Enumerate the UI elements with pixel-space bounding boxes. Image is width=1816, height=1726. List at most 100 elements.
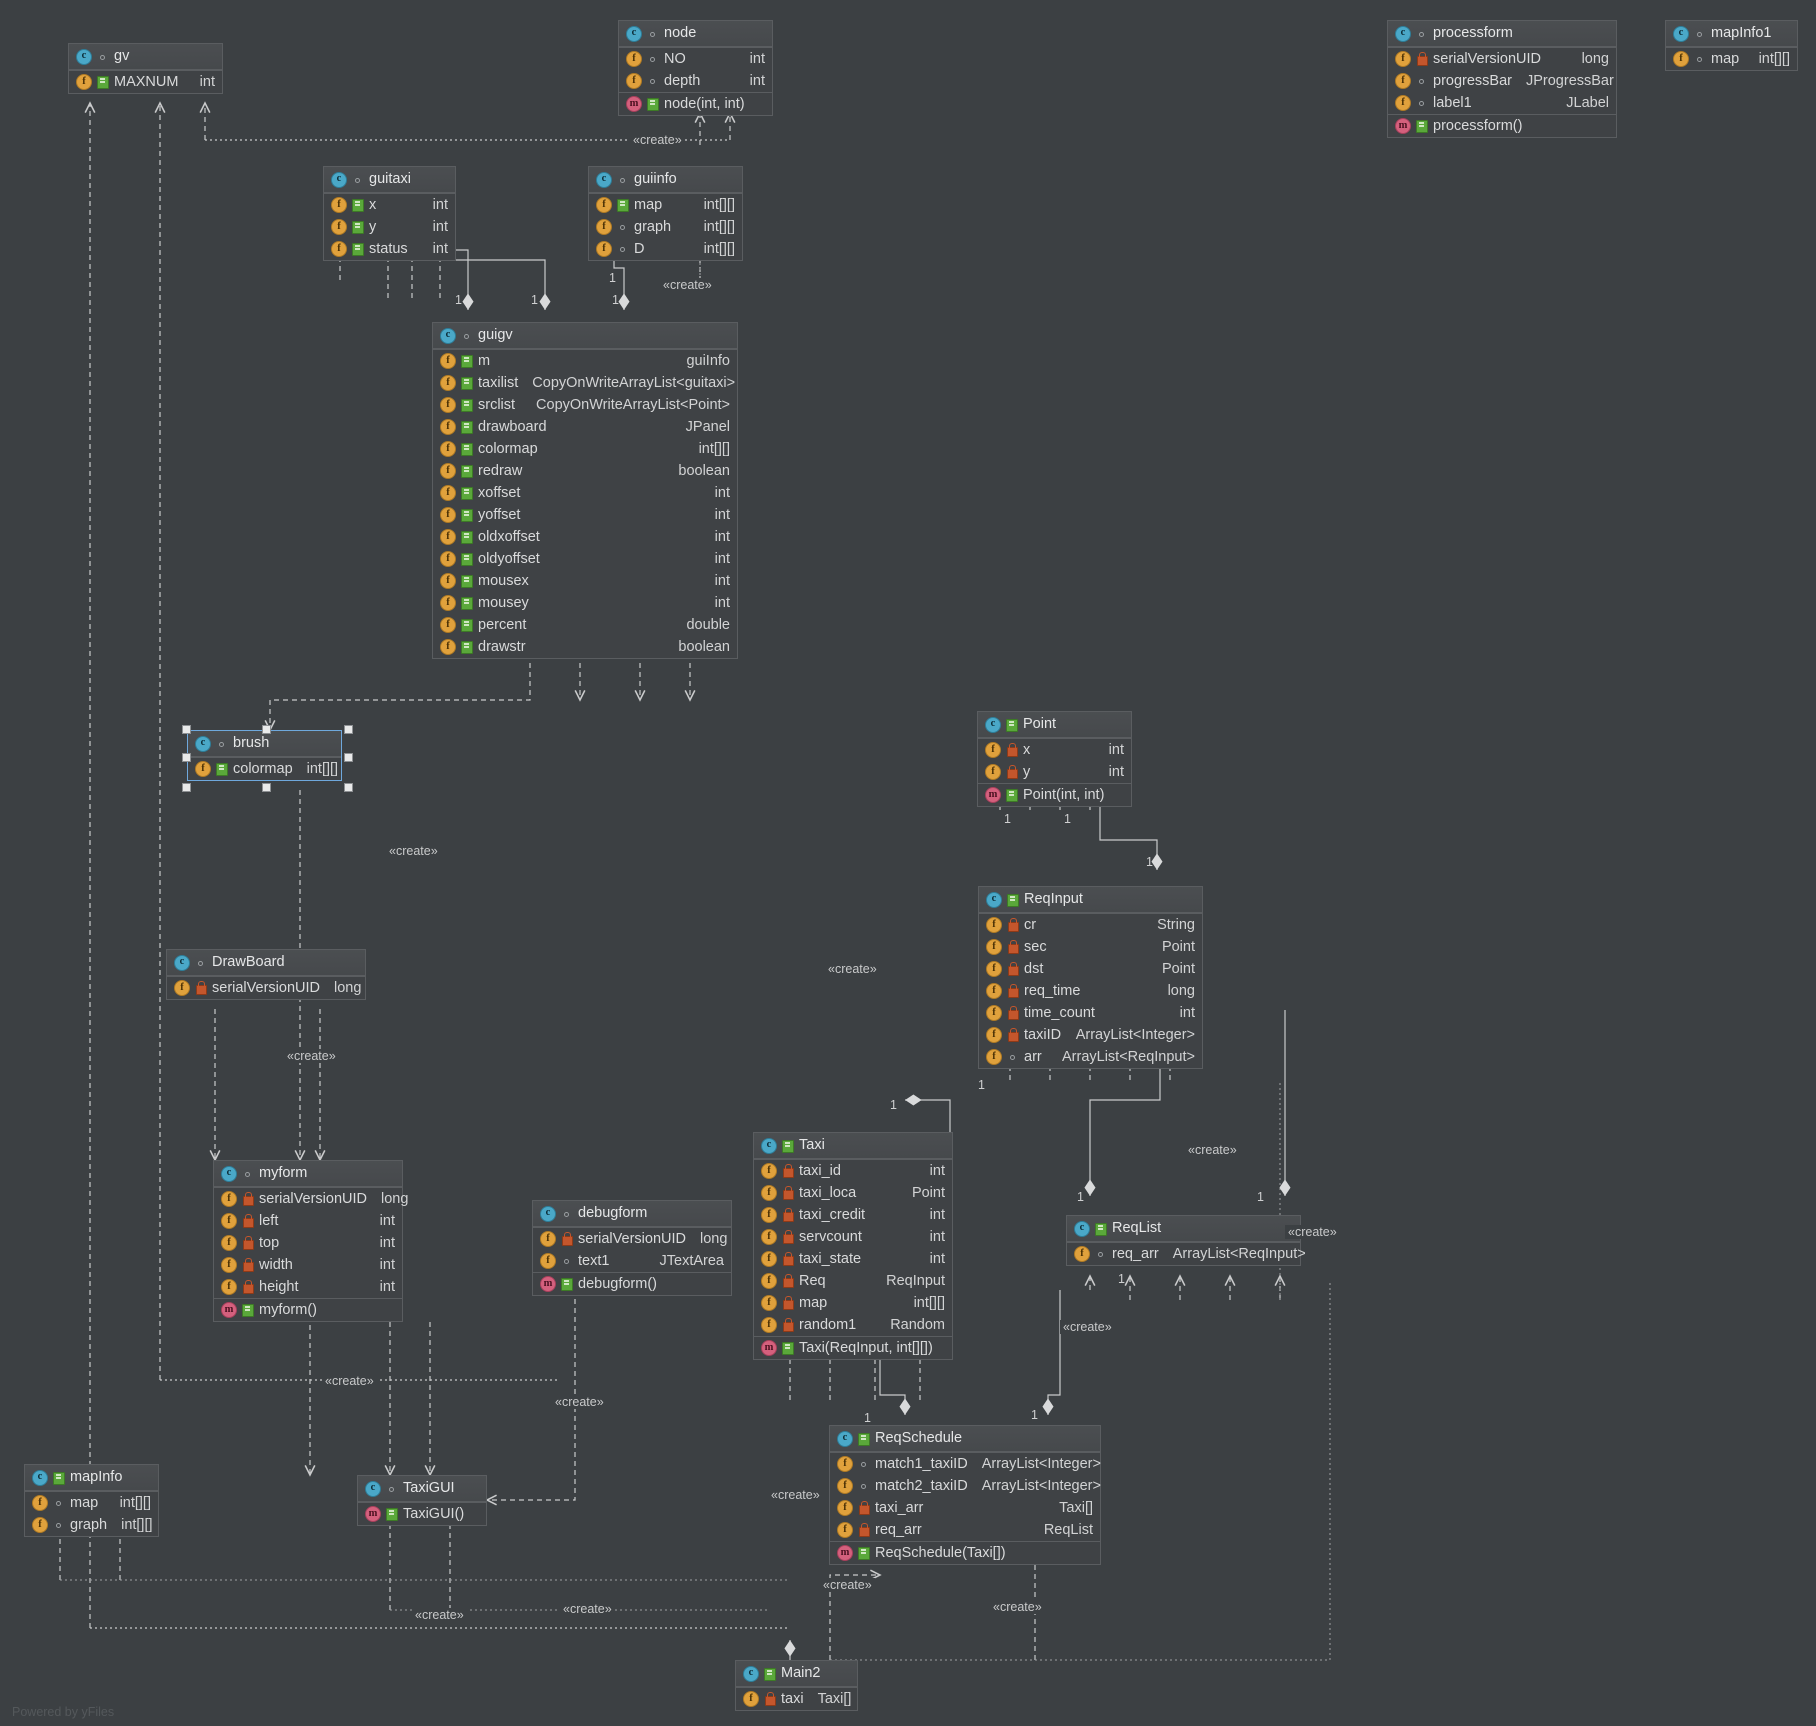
class-node-header[interactable]: c brush bbox=[188, 731, 341, 757]
field-row[interactable]: f progressBar JProgressBar bbox=[1388, 70, 1616, 92]
resize-handle[interactable] bbox=[344, 752, 353, 762]
method-row[interactable]: m debugform() bbox=[533, 1273, 731, 1295]
class-node-mapInfo1[interactable]: c mapInfo1 f map int[][] bbox=[1665, 20, 1798, 71]
field-row[interactable]: f srclist CopyOnWriteArrayList<Point> bbox=[433, 394, 737, 416]
field-row[interactable]: f map int[][] bbox=[754, 1292, 952, 1314]
class-node-gv[interactable]: c gv f MAXNUM int bbox=[68, 43, 223, 94]
class-node-Taxi[interactable]: c Taxi f taxi_id int f taxi_loca Point f taxi_cre… bbox=[753, 1132, 953, 1360]
class-node-mapInfo[interactable]: c mapInfo f map int[][] f graph int[][] bbox=[24, 1464, 159, 1537]
field-row[interactable]: f text1 JTextArea bbox=[533, 1250, 731, 1272]
field-row[interactable]: f colormap int[][] bbox=[188, 758, 341, 780]
resize-handle[interactable] bbox=[182, 783, 191, 792]
field-row[interactable]: f time_count int bbox=[979, 1002, 1202, 1024]
class-node-ReqInput[interactable]: c ReqInput f cr String f sec Point f dst Point f req… bbox=[978, 886, 1203, 1069]
class-node-brush[interactable]: c brush f colormap int[][] bbox=[182, 725, 353, 792]
field-row[interactable]: f depth int bbox=[619, 70, 772, 92]
class-node-header[interactable]: c Main2 bbox=[736, 1661, 857, 1687]
method-row[interactable]: m Point(int, int) bbox=[978, 784, 1131, 806]
field-row[interactable]: f taxilist CopyOnWriteArrayList<guitaxi> bbox=[433, 372, 737, 394]
field-row[interactable]: f x int bbox=[978, 739, 1131, 761]
field-row[interactable]: f y int bbox=[978, 761, 1131, 783]
field-row[interactable]: f mousey int bbox=[433, 592, 737, 614]
field-row[interactable]: f MAXNUM int bbox=[69, 71, 222, 93]
class-node-guitaxi[interactable]: c guitaxi f x int f y int f status int bbox=[323, 166, 456, 261]
field-row[interactable]: f redraw boolean bbox=[433, 460, 737, 482]
field-row[interactable]: f taxi Taxi[] bbox=[736, 1688, 857, 1710]
field-row[interactable]: f taxi_id int bbox=[754, 1160, 952, 1182]
class-node-Main2[interactable]: c Main2 f taxi Taxi[] bbox=[735, 1660, 858, 1711]
field-row[interactable]: f left int bbox=[214, 1210, 402, 1232]
class-node-header[interactable]: c guitaxi bbox=[324, 167, 455, 193]
field-row[interactable]: f graph int[][] bbox=[25, 1514, 158, 1536]
field-row[interactable]: f percent double bbox=[433, 614, 737, 636]
class-node-header[interactable]: c myform bbox=[214, 1161, 402, 1187]
class-node-header[interactable]: c gv bbox=[69, 44, 222, 70]
field-row[interactable]: f drawboard JPanel bbox=[433, 416, 737, 438]
field-row[interactable]: f serialVersionUID long bbox=[167, 977, 365, 999]
field-row[interactable]: f xoffset int bbox=[433, 482, 737, 504]
field-row[interactable]: f arr ArrayList<ReqInput> bbox=[979, 1046, 1202, 1068]
field-row[interactable]: f mousex int bbox=[433, 570, 737, 592]
class-node-header[interactable]: c Taxi bbox=[754, 1133, 952, 1159]
field-row[interactable]: f graph int[][] bbox=[589, 216, 742, 238]
diagram-canvas[interactable]: Powered by yFiles c gv f MAXNUM int c node f NO i… bbox=[0, 0, 1816, 1726]
class-node-header[interactable]: c node bbox=[619, 21, 772, 47]
class-node-header[interactable]: c mapInfo1 bbox=[1666, 21, 1797, 47]
class-node-header[interactable]: c debugform bbox=[533, 1201, 731, 1227]
class-node-header[interactable]: c guiinfo bbox=[589, 167, 742, 193]
field-row[interactable]: f yoffset int bbox=[433, 504, 737, 526]
field-row[interactable]: f map int[][] bbox=[1666, 48, 1797, 70]
class-node-header[interactable]: c processform bbox=[1388, 21, 1616, 47]
field-row[interactable]: f taxi_credit int bbox=[754, 1204, 952, 1226]
field-row[interactable]: f oldyoffset int bbox=[433, 548, 737, 570]
class-node-guiinfo[interactable]: c guiinfo f map int[][] f graph int[][] f Dint[][… bbox=[588, 166, 743, 261]
field-row[interactable]: f oldxoffset int bbox=[433, 526, 737, 548]
class-node-header[interactable]: c ReqList bbox=[1067, 1216, 1300, 1242]
field-row[interactable]: f req_arr ArrayList<ReqInput> bbox=[1067, 1243, 1306, 1265]
class-node-header[interactable]: c TaxiGUI bbox=[358, 1476, 486, 1502]
class-node-header[interactable]: c ReqSchedule bbox=[830, 1426, 1100, 1452]
field-row[interactable]: f taxi_state int bbox=[754, 1248, 952, 1270]
class-node-header[interactable]: c mapInfo bbox=[25, 1465, 158, 1491]
class-node-processform[interactable]: c processform f serialVersionUID long f progre… bbox=[1387, 20, 1617, 138]
field-row[interactable]: f top int bbox=[214, 1232, 402, 1254]
class-node-myform[interactable]: c myform f serialVersionUID long f left int f top… bbox=[213, 1160, 408, 1322]
class-node-ReqSchedule[interactable]: c ReqSchedule f match1_taxiID ArrayList<Inte… bbox=[829, 1425, 1101, 1565]
field-row[interactable]: f y int bbox=[324, 216, 455, 238]
field-row[interactable]: f m guiInfo bbox=[433, 350, 737, 372]
field-row[interactable]: f map int[][] bbox=[589, 194, 742, 216]
class-node-header[interactable]: c Point bbox=[978, 712, 1131, 738]
class-node-header[interactable]: c guigv bbox=[433, 323, 737, 349]
field-row[interactable]: f taxi_loca Point bbox=[754, 1182, 952, 1204]
method-row[interactable]: m TaxiGUI() bbox=[358, 1503, 486, 1525]
class-node-header[interactable]: c DrawBoard bbox=[167, 950, 365, 976]
field-row[interactable]: f servcount int bbox=[754, 1226, 952, 1248]
field-row[interactable]: f drawstr boolean bbox=[433, 636, 737, 658]
resize-handle[interactable] bbox=[344, 783, 353, 792]
method-row[interactable]: m myform() bbox=[214, 1299, 402, 1321]
class-node-debugform[interactable]: c debugform f serialVersionUID long f text1 JTe… bbox=[532, 1200, 732, 1296]
field-row[interactable]: f Req ReqInput bbox=[754, 1270, 952, 1292]
field-row[interactable]: f map int[][] bbox=[25, 1492, 158, 1514]
field-row[interactable]: f serialVersionUID long bbox=[1388, 48, 1616, 70]
field-row[interactable]: f height int bbox=[214, 1276, 402, 1298]
class-node-header[interactable]: c ReqInput bbox=[979, 887, 1202, 913]
field-row[interactable]: f taxiID ArrayList<Integer> bbox=[979, 1024, 1202, 1046]
method-row[interactable]: m Taxi(ReqInput, int[][]) bbox=[754, 1337, 952, 1359]
field-row[interactable]: f serialVersionUID long bbox=[533, 1228, 731, 1250]
field-row[interactable]: f colormap int[][] bbox=[433, 438, 737, 460]
class-node-guigv[interactable]: c guigv f m guiInfo f taxilist CopyOnWriteArray… bbox=[432, 322, 738, 659]
field-row[interactable]: f label1 JLabel bbox=[1388, 92, 1616, 114]
class-node-Point[interactable]: c Point f x int f y int m Point(int, int) bbox=[977, 711, 1132, 807]
class-node-DrawBoard[interactable]: c DrawBoard f serialVersionUID long bbox=[166, 949, 366, 1000]
class-node-node[interactable]: c node f NO int f depth int m node(int, int) bbox=[618, 20, 773, 116]
resize-handle[interactable] bbox=[344, 725, 353, 734]
method-row[interactable]: m ReqSchedule(Taxi[]) bbox=[830, 1542, 1100, 1564]
field-row[interactable]: f serialVersionUID long bbox=[214, 1188, 408, 1210]
field-row[interactable]: f sec Point bbox=[979, 936, 1202, 958]
field-row[interactable]: f cr String bbox=[979, 914, 1202, 936]
field-row[interactable]: f NO int bbox=[619, 48, 772, 70]
field-row[interactable]: f Dint[][] bbox=[589, 238, 742, 260]
field-row[interactable]: f match1_taxiID ArrayList<Integer> bbox=[830, 1453, 1101, 1475]
method-row[interactable]: m node(int, int) bbox=[619, 93, 772, 115]
